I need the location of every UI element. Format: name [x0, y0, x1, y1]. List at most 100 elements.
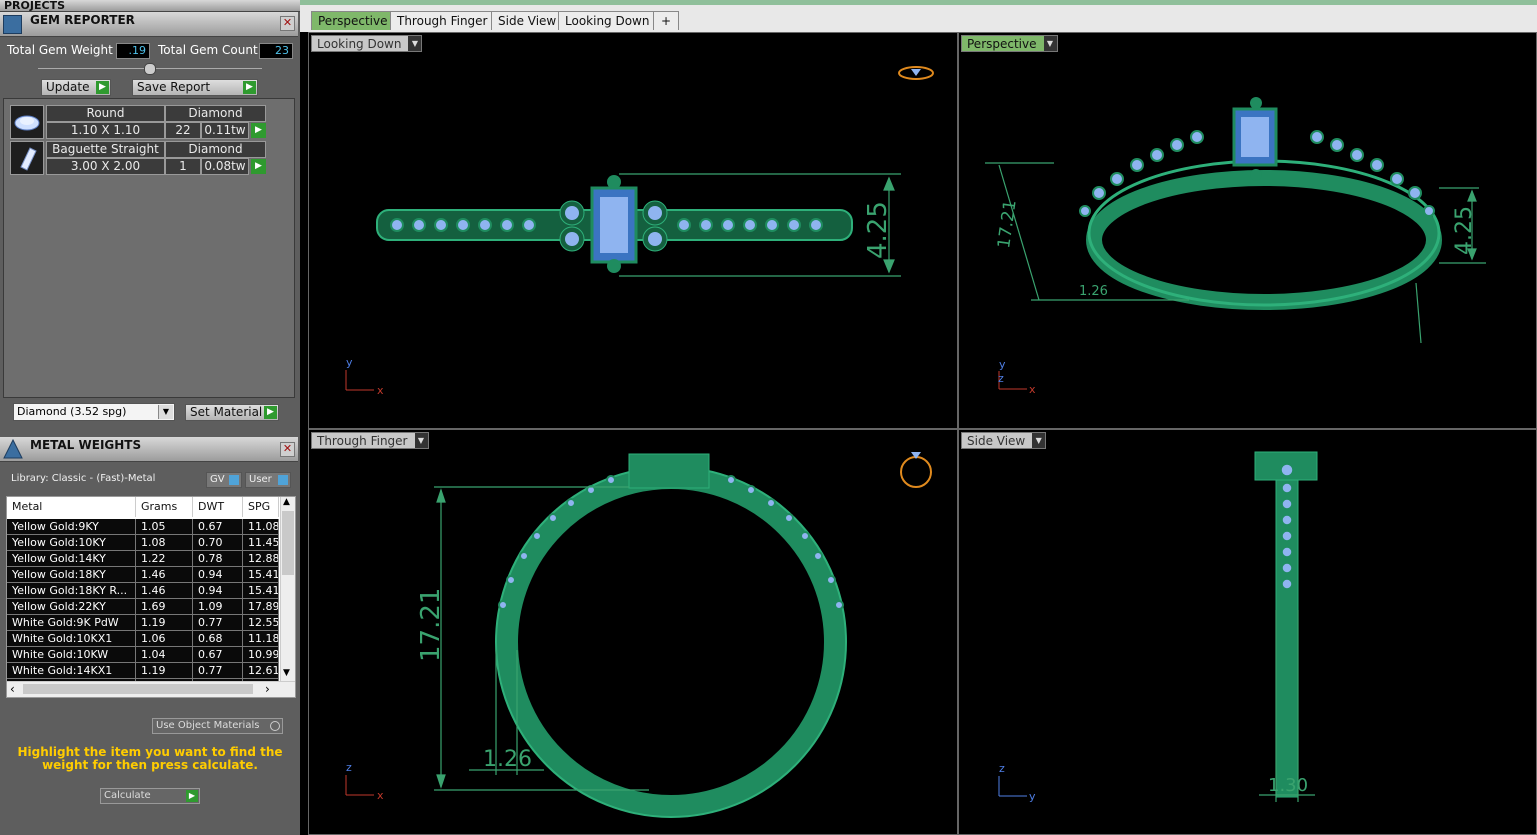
table-row[interactable]: Yellow Gold:18KY 1.46 0.94 15.41	[7, 567, 279, 583]
toggle-icon	[229, 475, 239, 485]
tab-perspective[interactable]: Perspective	[311, 11, 395, 30]
table-row[interactable]: Yellow Gold:22KY 1.69 1.09 17.89	[7, 599, 279, 615]
user-label: User	[249, 474, 272, 485]
gem-shape: Baguette Straight	[46, 141, 165, 158]
col-header-metal[interactable]: Metal	[7, 497, 136, 517]
gem-weight: 0.08tw	[201, 158, 249, 175]
scroll-right-icon[interactable]: ›	[265, 682, 270, 696]
metal-spg: 11.08	[243, 519, 279, 535]
gem-report-icon	[3, 15, 22, 34]
metal-dwt: 0.70	[193, 535, 243, 551]
close-icon[interactable]: ✕	[280, 16, 295, 31]
scroll-down-icon[interactable]: ▼	[283, 668, 290, 678]
scrollbar-thumb[interactable]	[23, 684, 253, 694]
table-row[interactable]: Yellow Gold:10KY 1.08 0.70 11.45	[7, 535, 279, 551]
metal-dwt: 0.94	[193, 583, 243, 599]
dim-4-25: 4.25	[863, 201, 893, 259]
metal-name: White Gold:10KX1	[7, 631, 136, 647]
top-accent-strip	[300, 0, 1537, 5]
chevron-down-icon: ▼	[158, 405, 173, 419]
metal-weights-title: METAL WEIGHTS	[30, 438, 142, 452]
metal-spg: 12.88	[243, 551, 279, 567]
gem-row-round[interactable]: Round Diamond 1.10 X 1.10 22 0.11tw ▶	[10, 105, 266, 139]
add-tab-button[interactable]: +	[653, 11, 679, 30]
metal-dwt: 0.77	[193, 615, 243, 631]
col-header-spg[interactable]: SPG	[243, 497, 279, 517]
update-button[interactable]: Update ▶	[41, 79, 111, 96]
gem-weight: 0.11tw	[201, 122, 249, 139]
total-gem-count-label: Total Gem Count	[158, 43, 258, 57]
horizontal-scrollbar[interactable]: ‹ ›	[7, 681, 295, 697]
tab-side-view[interactable]: Side View	[491, 11, 564, 30]
table-row[interactable]: White Gold:10KW 1.04 0.67 10.99	[7, 647, 279, 663]
metal-name: Yellow Gold:14KY	[7, 551, 136, 567]
gem-expand-arrow-icon[interactable]: ▶	[251, 123, 266, 138]
table-row[interactable]: White Gold:9K PdW 1.19 0.77 12.55	[7, 615, 279, 631]
viewport-side-view[interactable]: Side View ▼ 1.30 z y	[958, 429, 1537, 835]
metal-grams: 1.22	[136, 551, 193, 567]
baguette-gem-icon	[10, 141, 44, 175]
gem-material: Diamond	[165, 141, 266, 158]
slider-handle[interactable]	[144, 63, 156, 75]
dim-1-26: 1.26	[483, 747, 532, 772]
metal-dwt: 0.77	[193, 663, 243, 679]
table-row[interactable]: Yellow Gold:14KY 1.22 0.78 12.88	[7, 551, 279, 567]
table-row[interactable]: Yellow Gold:9KY 1.05 0.67 11.08	[7, 519, 279, 535]
ring-top-view: 4.25 y x	[345, 66, 934, 397]
viewport-through-finger[interactable]: Through Finger ▼ 17.21 1.26 z x	[308, 429, 958, 835]
table-row[interactable]: White Gold:14KX1 1.19 0.77 12.61	[7, 663, 279, 679]
material-select[interactable]: Diamond (3.52 spg) ▼	[13, 403, 175, 421]
scroll-up-icon[interactable]: ▲	[283, 497, 290, 507]
axis-gizmo: z y	[998, 762, 1036, 803]
dim-1-30: 1.30	[1268, 775, 1308, 796]
metal-grams: 1.06	[136, 631, 193, 647]
close-icon[interactable]: ✕	[280, 442, 295, 457]
col-header-dwt[interactable]: DWT	[193, 497, 243, 517]
metal-dwt: 0.68	[193, 631, 243, 647]
viewport-perspective[interactable]: Perspective ▼ 17.21 1.26 4.25 y z x	[958, 32, 1537, 429]
left-panel: PROJECTS GEM REPORTER ✕ Total Gem Weight…	[0, 0, 302, 835]
svg-text:x: x	[1029, 383, 1036, 396]
library-label: Library: Classic - (Fast)-Metal	[11, 473, 156, 484]
tab-looking-down[interactable]: Looking Down	[558, 11, 657, 30]
radio-icon	[270, 721, 280, 731]
table-row[interactable]: White Gold:10KX1 1.06 0.68 11.18	[7, 631, 279, 647]
svg-text:x: x	[377, 789, 384, 802]
gem-expand-arrow-icon[interactable]: ▶	[251, 159, 266, 174]
set-material-button[interactable]: Set Material ▶	[185, 404, 279, 421]
ring-side-view: 1.30 z y	[998, 451, 1318, 803]
metal-spg: 12.55	[243, 615, 279, 631]
vertical-scrollbar[interactable]: ▲ ▼	[280, 497, 295, 681]
metal-name: White Gold:14KX1	[7, 663, 136, 679]
col-header-grams[interactable]: Grams	[136, 497, 193, 517]
metal-name: Yellow Gold:9KY	[7, 519, 136, 535]
viewport-looking-down[interactable]: Looking Down ▼ 4.25 y x	[308, 32, 958, 429]
metal-grams: 1.19	[136, 615, 193, 631]
metal-spg: 15.41	[243, 583, 279, 599]
view-tab-bar: Perspective Through Finger Side View Loo…	[300, 0, 1537, 32]
gem-count: 1	[165, 158, 201, 175]
calculate-button[interactable]: Calculate ▶	[100, 788, 200, 804]
svg-text:z: z	[999, 762, 1005, 775]
scroll-left-icon[interactable]: ‹	[10, 682, 15, 696]
axis-gizmo: y x	[345, 356, 384, 397]
metal-name: Yellow Gold:18KY	[7, 567, 136, 583]
save-report-button[interactable]: Save Report ▶	[132, 79, 258, 96]
gem-shape: Round	[46, 105, 165, 122]
tab-through-finger[interactable]: Through Finger	[390, 11, 495, 30]
gem-row-baguette[interactable]: Baguette Straight Diamond 3.00 X 2.00 1 …	[10, 141, 266, 175]
save-report-label: Save Report	[137, 80, 211, 94]
ring-thumbnail-icon	[898, 66, 934, 80]
table-row[interactable]: Yellow Gold:18KY R... 1.46 0.94 15.41	[7, 583, 279, 599]
dim-17-21: 17.21	[416, 588, 446, 662]
metal-name: Yellow Gold:10KY	[7, 535, 136, 551]
metal-dwt: 0.67	[193, 647, 243, 663]
total-gem-weight-label: Total Gem Weight	[7, 43, 113, 57]
update-label: Update	[46, 80, 90, 94]
scrollbar-thumb[interactable]	[282, 511, 294, 575]
user-toggle[interactable]: User	[245, 472, 291, 488]
gem-material: Diamond	[165, 105, 266, 122]
metal-weights-table: Metal Grams DWT SPG Yellow Gold:9KY 1.05 0…	[6, 496, 296, 698]
use-object-materials-button[interactable]: Use Object Materials	[152, 718, 283, 734]
gv-toggle[interactable]: GV	[206, 472, 242, 488]
